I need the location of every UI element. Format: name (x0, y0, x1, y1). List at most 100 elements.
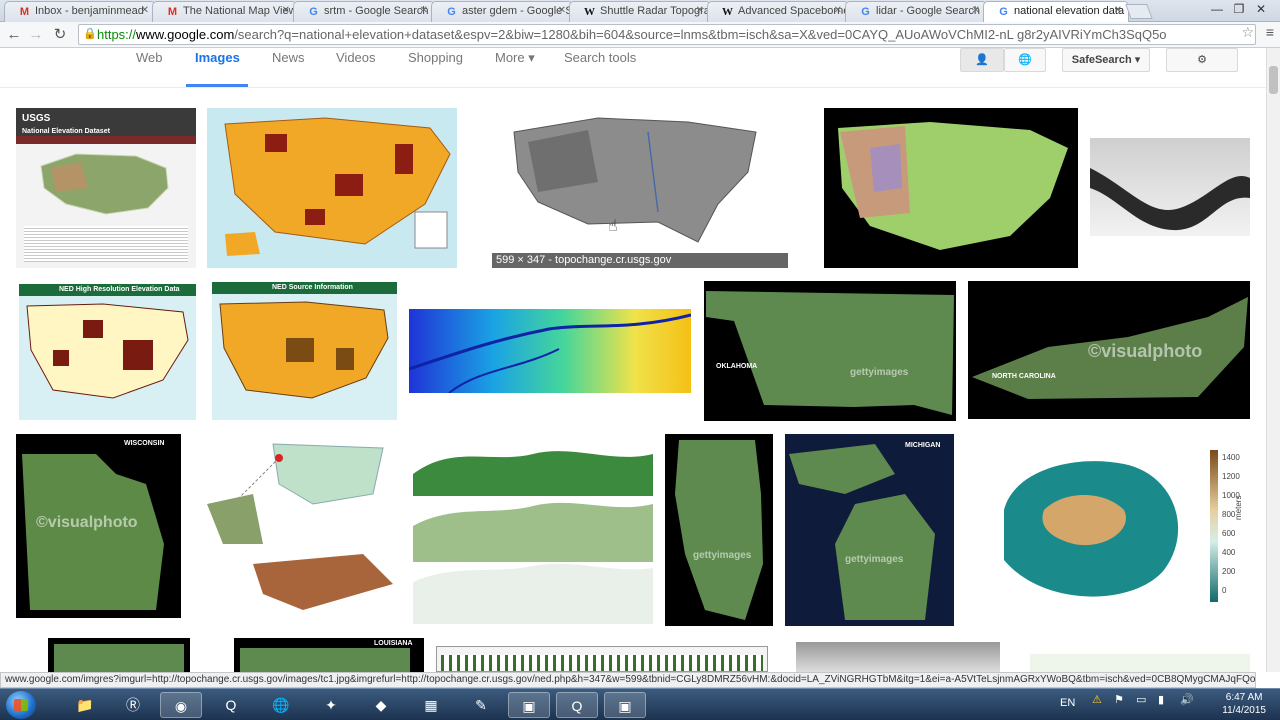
tab-web[interactable]: Web (136, 50, 163, 65)
status-bar-url: www.google.com/imgres?imgurl=http://topo… (0, 672, 1256, 688)
active-tab-indicator (186, 84, 248, 87)
chrome-icon[interactable]: ◉ (160, 692, 202, 718)
image-result-grayscale-canyon[interactable] (1090, 138, 1250, 236)
network-icon[interactable]: ✦ (310, 692, 352, 718)
forward-icon[interactable]: → (26, 25, 46, 45)
tab-title: srtm - Google Search (324, 5, 429, 17)
image-result-us-relief[interactable] (824, 108, 1078, 268)
close-icon[interactable]: ✕ (558, 5, 566, 16)
image-result-michigan[interactable]: MICHIGAN gettyimages (785, 434, 954, 626)
start-button[interactable] (6, 691, 36, 719)
image-result-row4-5[interactable] (1030, 654, 1250, 672)
close-icon[interactable]: ✕ (282, 5, 290, 16)
tab-news[interactable]: News (272, 50, 305, 65)
close-icon[interactable]: ✕ (834, 5, 842, 16)
paint-icon[interactable]: ✎ (460, 692, 502, 718)
image-result-north-carolina[interactable]: NORTH CAROLINA ©visualphoto (968, 281, 1250, 419)
us-relief-map (40, 153, 169, 215)
image-result-oklahoma[interactable]: OKLAHOMA gettyimages (704, 281, 956, 421)
explorer-icon[interactable]: 📁 (64, 692, 106, 718)
image-result-row4-1[interactable] (48, 638, 190, 672)
colorbar-ticks: 1400 1200 1000 800 600 400 200 0 (1222, 453, 1240, 595)
app-icon[interactable]: ▣ (508, 692, 550, 718)
chrome-menu-icon[interactable]: ≡ (1266, 24, 1274, 40)
close-icon[interactable]: ✕ (141, 5, 149, 16)
watermark: gettyimages (693, 550, 752, 561)
bookmark-star-icon[interactable]: ☆ (1241, 24, 1254, 41)
volume-icon[interactable]: 🔊 (1180, 693, 1194, 706)
image-result-3d-terrain[interactable] (413, 434, 653, 626)
image-result-ned-usgs[interactable]: USGS National Elevation Dataset (16, 108, 196, 268)
image-result-dem-gradient[interactable] (409, 309, 691, 393)
map-label: NORTH CAROLINA (992, 373, 1056, 380)
image-result-watershed[interactable] (193, 434, 401, 618)
tab-images[interactable]: Images (195, 50, 240, 65)
scrollbar-thumb[interactable] (1269, 66, 1278, 94)
image-result-ned-resolution-map[interactable] (207, 108, 457, 268)
tab-title: lidar - Google Search (876, 5, 980, 17)
monitor-icon[interactable]: ▭ (1136, 693, 1146, 706)
tab-shopping[interactable]: Shopping (408, 50, 463, 65)
image-result-row4-4[interactable] (796, 642, 1000, 672)
close-icon[interactable]: ✕ (696, 5, 704, 16)
private-results-button[interactable]: 👤 (960, 48, 1004, 72)
page-scrollbar[interactable] (1266, 48, 1280, 672)
image-result-louisiana[interactable]: LOUISIANA (234, 638, 424, 672)
language-indicator[interactable]: EN (1060, 697, 1075, 709)
reload-icon[interactable]: ↻ (50, 25, 70, 45)
flag-icon[interactable]: ⚑ (1114, 693, 1124, 706)
image-result-wisconsin[interactable]: WISCONSIN ©visualphoto (16, 434, 181, 618)
warning-icon[interactable]: ⚠ (1092, 693, 1102, 706)
close-window-icon[interactable]: ✕ (1250, 2, 1272, 16)
calculator-icon[interactable]: ▦ (410, 692, 452, 718)
public-results-button[interactable]: 🌐 (1004, 48, 1046, 72)
close-icon[interactable]: ✕ (1114, 5, 1122, 16)
image-result-ned-source[interactable]: NED Source Information (212, 282, 397, 420)
clock[interactable]: 6:47 AM 11/4/2015 (1222, 691, 1266, 717)
watershed-relief-image (207, 443, 393, 610)
globe-icon: 🌐 (1018, 54, 1032, 66)
close-icon[interactable]: ✕ (420, 5, 428, 16)
tab-aster-gdem[interactable]: G aster gdem - Google S ✕ (431, 1, 573, 22)
address-bar[interactable]: 🔒 https://www.google.com/search?q=nation… (78, 24, 1256, 45)
back-icon[interactable]: ← (4, 25, 24, 45)
tab-national-elevation[interactable]: G national elevation data ✕ (983, 1, 1129, 23)
image-result-illinois[interactable]: gettyimages (665, 434, 773, 626)
new-tab-button[interactable] (1125, 4, 1153, 19)
michigan-satellite-map (789, 444, 935, 620)
r-icon[interactable]: Ⓡ (112, 692, 154, 718)
app-icon[interactable]: ▣ (604, 692, 646, 718)
qgis-icon[interactable]: Q (556, 692, 598, 718)
tab-shuttle-radar[interactable]: W Shuttle Radar Topogra ✕ (569, 1, 711, 22)
terrain-surfaces (413, 451, 653, 624)
maximize-icon[interactable]: ❐ (1228, 2, 1250, 16)
close-icon[interactable]: ✕ (972, 5, 980, 16)
hand-cursor-icon: ☝ (608, 218, 618, 235)
tab-title: Inbox - benjaminmead (35, 5, 144, 17)
search-tools-button[interactable]: Search tools (564, 50, 636, 65)
window-controls: — ❐ ✕ (1206, 2, 1272, 16)
minimize-icon[interactable]: — (1206, 2, 1228, 16)
arcgis-icon[interactable]: ◆ (360, 692, 402, 718)
us-resolution-map (224, 117, 451, 256)
globe-icon[interactable]: 🌐 (260, 692, 302, 718)
image-result-island-dem[interactable]: 1400 1200 1000 800 600 400 200 0 meters (966, 440, 1250, 618)
image-caption: 599 × 347 - topochange.cr.usgs.gov (492, 253, 788, 268)
image-result-ned-high-res[interactable]: NED High Resolution Elevation Data (19, 284, 196, 420)
tab-videos[interactable]: Videos (336, 50, 376, 65)
network-tray-icon[interactable]: ▮ (1158, 693, 1164, 706)
image-result-topochange[interactable]: ☝ 599 × 347 - topochange.cr.usgs.gov (492, 108, 788, 268)
illinois-satellite-map (675, 440, 763, 620)
tab-inbox[interactable]: M Inbox - benjaminmead ✕ (4, 1, 156, 22)
settings-button[interactable]: ⚙ (1166, 48, 1238, 72)
tab-national-map[interactable]: M The National Map View ✕ (152, 1, 297, 22)
tab-srtm[interactable]: G srtm - Google Search ✕ (293, 1, 435, 22)
tab-advanced-spaceborne[interactable]: W Advanced Spaceborne ✕ (707, 1, 849, 22)
tab-lidar[interactable]: G lidar - Google Search ✕ (845, 1, 987, 22)
image-result-row4-3[interactable] (436, 646, 768, 672)
qgis-icon[interactable]: Q (210, 692, 252, 718)
safesearch-button[interactable]: SafeSearch ▾ (1062, 48, 1150, 72)
oklahoma-satellite-map (706, 291, 954, 415)
tab-more[interactable]: More ▾ (495, 50, 535, 66)
google-icon: G (309, 6, 318, 18)
